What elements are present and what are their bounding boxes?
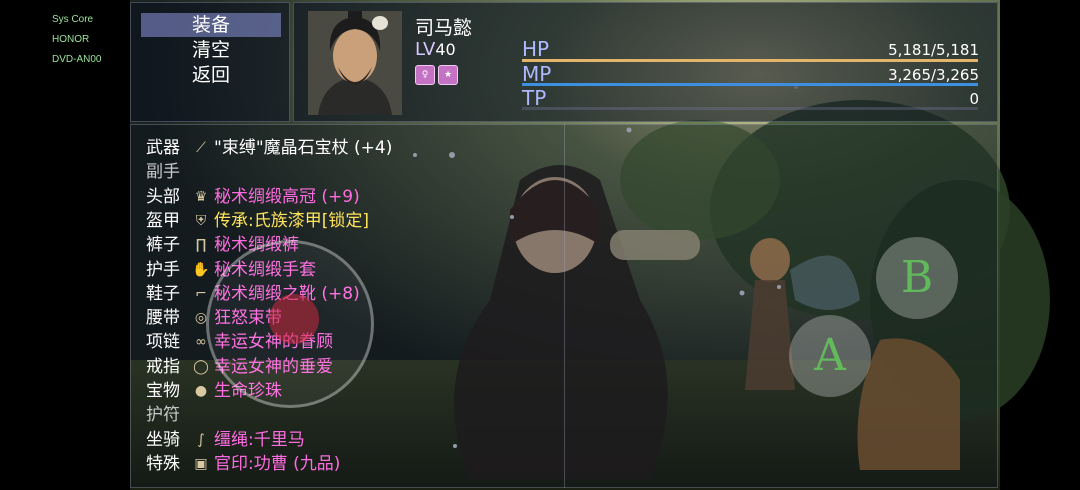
seal-icon: ▣ (194, 455, 208, 472)
person-badge-icon[interactable]: ♀ (415, 65, 435, 85)
equipped-item[interactable]: ⛨ 传承:氏族漆甲[锁定] (192, 209, 369, 233)
pants-icon: ∏ (195, 237, 207, 254)
slot-label[interactable]: 护符 (146, 403, 180, 427)
system-line: Sys Core (52, 14, 94, 25)
action-menu: 装备 清空 返回 (130, 2, 290, 122)
armor-icon: ⛨ (195, 212, 207, 229)
hero-name: 司马懿 (415, 17, 473, 39)
equipped-item[interactable]: ▣ 官印:功曹 (九品) (192, 452, 340, 476)
seal-badge-icon[interactable]: ★ (438, 65, 458, 85)
slot-label[interactable]: 坐骑 (146, 428, 180, 452)
equip-menu-item[interactable]: 装备 (141, 13, 281, 37)
hero-level: LV40 (415, 39, 456, 60)
hero-status-panel: 司马懿 LV40 ♀ ★ HP 5,181/5,181 MP 3,265/3,2… (293, 2, 998, 122)
b-button[interactable]: B (876, 237, 958, 319)
clear-menu-item[interactable]: 清空 (141, 38, 281, 62)
slot-label[interactable]: 裤子 (146, 233, 180, 257)
item-name: 传承:氏族漆甲[锁定] (214, 210, 369, 231)
pearl-icon: ● (194, 383, 208, 399)
equipped-item[interactable]: ⟋ "束缚"魔晶石宝杖 (+4) (192, 136, 392, 160)
hero-portrait (308, 11, 402, 115)
equipped-item[interactable]: ∫ 缰绳:千里马 (192, 428, 305, 452)
ring-icon: ◯ (193, 358, 209, 375)
level-value: 40 (435, 40, 456, 59)
system-line: HONOR (52, 34, 90, 45)
boots-icon: ⌐ (195, 285, 207, 302)
gloves-icon: ✋ (192, 261, 210, 278)
slot-label[interactable]: 盔甲 (146, 209, 180, 233)
back-menu-item[interactable]: 返回 (141, 63, 281, 87)
a-button[interactable]: A (789, 315, 871, 397)
slot-label[interactable]: 项链 (146, 330, 180, 354)
hp-value: 5,181/5,181 (888, 41, 979, 59)
stat-bar-fill (522, 83, 978, 86)
mp-value: 3,265/3,265 (888, 66, 979, 84)
slot-label[interactable]: 腰带 (146, 306, 180, 330)
hp-label: HP (522, 37, 550, 61)
slot-label[interactable]: 头部 (146, 185, 180, 209)
joystick-knob[interactable] (269, 294, 319, 344)
stat-bar-fill (522, 59, 978, 62)
mp-bar (522, 83, 978, 86)
slot-label[interactable]: 戒指 (146, 355, 180, 379)
item-name: 缰绳:千里马 (214, 429, 305, 450)
tp-bar (522, 107, 978, 110)
equipped-item[interactable]: ♛ 秘术绸缎高冠 (+9) (192, 185, 360, 209)
system-line: DVD-AN00 (52, 54, 102, 65)
reins-icon: ∫ (197, 431, 205, 448)
crown-icon: ♛ (194, 188, 208, 205)
staff-icon: ⟋ (196, 140, 206, 156)
slot-label[interactable]: 鞋子 (146, 282, 180, 306)
slot-label[interactable]: 副手 (146, 160, 180, 184)
slot-label[interactable]: 护手 (146, 258, 180, 282)
panel-divider (564, 124, 565, 488)
item-name: 秘术绸缎高冠 (+9) (214, 186, 360, 207)
item-name: 官印:功曹 (九品) (214, 453, 341, 474)
item-name: "束缚"魔晶石宝杖 (+4) (214, 138, 393, 158)
slot-label[interactable]: 特殊 (146, 452, 180, 476)
slot-label[interactable]: 宝物 (146, 379, 180, 403)
system-info: Sys Core HONOR DVD-AN00 (52, 10, 101, 70)
level-prefix: LV (415, 39, 436, 60)
tp-value: 0 (969, 90, 979, 108)
slot-label[interactable]: 武器 (146, 136, 180, 160)
hp-bar (522, 59, 978, 62)
